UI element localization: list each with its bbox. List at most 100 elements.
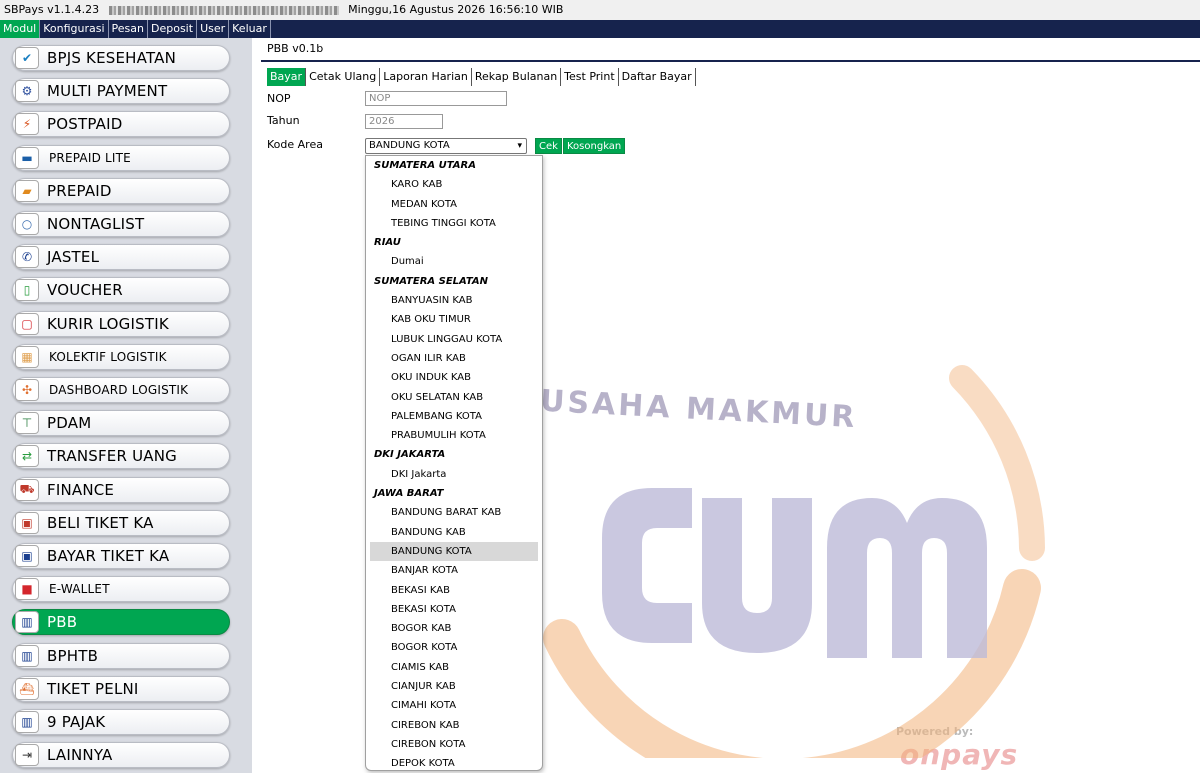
phone-icon: ✆ xyxy=(15,246,39,269)
sidebar-item-lainnya[interactable]: ⇥ LAINNYA xyxy=(12,742,230,769)
sidebar-item-label: PDAM xyxy=(47,414,92,433)
module-sidebar: ✔ BPJS KESEHATAN ⚙ MULTI PAYMENT ⚡ POSTPAID ▬ P… xyxy=(0,38,252,773)
main-panel: PBB v0.1b Bayar Cetak Ulang Laporan Harian… xyxy=(252,38,1200,773)
sidebar-item-kolektif-logistik[interactable]: ▦ KOLEKTIF LOGISTIK xyxy=(12,343,230,370)
sidebar-item-pbb[interactable]: ▥ PBB xyxy=(12,609,230,636)
ship-icon: ⛴ xyxy=(15,677,39,700)
nop-input[interactable]: NOP xyxy=(365,91,507,106)
dropdown-option[interactable]: BOGOR KAB xyxy=(366,619,542,638)
sidebar-item-label: JASTEL xyxy=(47,248,100,267)
train-icon: ▣ xyxy=(15,511,39,534)
dropdown-group-header: RIAU xyxy=(374,237,401,249)
sidebar-item-label: E-WALLET xyxy=(49,582,110,597)
sidebar-item-postpaid[interactable]: ⚡ POSTPAID xyxy=(12,111,230,138)
sidebar-item-label: 9 PAJAK xyxy=(47,713,106,731)
sidebar-item-label: PREPAID xyxy=(47,181,112,200)
dropdown-option[interactable]: CIANJUR KAB xyxy=(366,677,542,696)
sidebar-item-label: VOUCHER xyxy=(47,281,123,300)
dropdown-option[interactable]: OGAN ILIR KAB xyxy=(366,349,542,368)
kode-area-selected-value: BANDUNG KOTA xyxy=(369,140,450,151)
dropdown-option[interactable]: Dumai xyxy=(366,252,542,271)
tab-rekap-bulanan[interactable]: Rekap Bulanan xyxy=(472,68,562,86)
tab-laporan-harian[interactable]: Laporan Harian xyxy=(380,68,472,86)
page-title: PBB v0.1b xyxy=(267,42,324,55)
arrow-circle-icon: ⇥ xyxy=(15,744,39,767)
menu-pesan[interactable]: Pesan xyxy=(109,20,148,38)
sidebar-item-label: PBB xyxy=(47,613,78,632)
mobile-icon: ▯ xyxy=(15,279,39,302)
building-icon: ▥ xyxy=(15,644,39,667)
wallet-icon: ▬ xyxy=(15,146,39,169)
dropdown-option[interactable]: TEBING TINGGI KOTA xyxy=(366,214,542,233)
sidebar-item-dashboard-logistik[interactable]: ✣ DASHBOARD LOGISTIK xyxy=(12,377,230,403)
menu-deposit[interactable]: Deposit xyxy=(148,20,198,38)
sidebar-item-label: KURIR LOGISTIK xyxy=(47,314,169,333)
dropdown-option[interactable]: MEDAN KOTA xyxy=(366,195,542,214)
menu-modul[interactable]: Modul xyxy=(0,20,41,38)
sidebar-item-finance[interactable]: ⛟ FINANCE xyxy=(12,476,230,503)
sidebar-item-label: PREPAID LITE xyxy=(49,150,131,165)
nop-label: NOP xyxy=(267,92,291,105)
tab-bayar[interactable]: Bayar xyxy=(267,68,307,86)
dropdown-option[interactable]: PRABUMULIH KOTA xyxy=(366,426,542,445)
tab-test-print[interactable]: Test Print xyxy=(561,68,619,86)
dropdown-option[interactable]: PALEMBANG KOTA xyxy=(366,407,542,426)
dropdown-option[interactable]: CIAMIS KAB xyxy=(366,658,542,677)
dropdown-group-header: JAWA BARAT xyxy=(374,488,444,500)
sidebar-item-tiket-pelni[interactable]: ⛴ TIKET PELNI xyxy=(12,675,230,702)
dropdown-option[interactable]: BANYUASIN KAB xyxy=(366,291,542,310)
sidebar-item-nontaglist[interactable]: ○ NONTAGLIST xyxy=(12,211,230,237)
app-version: SBPays v1.1.4.23 xyxy=(4,3,100,16)
dropdown-option[interactable]: CIMAHI KOTA xyxy=(366,696,542,715)
sidebar-item-prepaid[interactable]: ▰ PREPAID xyxy=(12,177,230,204)
tab-cetak-ulang[interactable]: Cetak Ulang xyxy=(306,68,381,86)
sidebar-item-multi-payment[interactable]: ⚙ MULTI PAYMENT xyxy=(12,78,230,105)
vehicle-icon: ⛟ xyxy=(15,478,39,501)
ewallet-icon: ■ xyxy=(15,578,39,601)
tab-daftar-bayar[interactable]: Daftar Bayar xyxy=(619,68,696,86)
menu-konfigurasi[interactable]: Konfigurasi xyxy=(40,20,109,38)
sidebar-item-bpjs-kesehatan[interactable]: ✔ BPJS KESEHATAN xyxy=(12,45,230,71)
sidebar-item-jastel[interactable]: ✆ JASTEL xyxy=(12,244,230,271)
sidebar-item-prepaid-lite[interactable]: ▬ PREPAID LITE xyxy=(12,144,230,171)
tahun-input[interactable]: 2026 xyxy=(365,114,443,129)
sidebar-item-bayar-tiket-ka[interactable]: ▣ BAYAR TIKET KA xyxy=(12,543,230,569)
sidebar-item-e-wallet[interactable]: ■ E-WALLET xyxy=(12,576,230,603)
cek-button[interactable]: Cek xyxy=(535,138,562,154)
dropdown-group-header: DKI JAKARTA xyxy=(374,449,446,461)
dropdown-option[interactable]: OKU SELATAN KAB xyxy=(366,388,542,407)
sidebar-item-label: BPHTB xyxy=(47,646,99,665)
dropdown-option[interactable]: BANDUNG BARAT KAB xyxy=(366,503,542,522)
sidebar-item-voucher[interactable]: ▯ VOUCHER xyxy=(12,277,230,304)
menu-keluar[interactable]: Keluar xyxy=(229,20,271,38)
dropdown-option[interactable]: KARO KAB xyxy=(366,175,542,194)
dropdown-option[interactable]: BEKASI KAB xyxy=(366,581,542,600)
dropdown-option[interactable]: BANJAR KOTA xyxy=(366,561,542,580)
multi-payment-icon: ⚙ xyxy=(15,80,39,103)
dropdown-option[interactable]: DKI Jakarta xyxy=(366,465,542,484)
sidebar-item-beli-tiket-ka[interactable]: ▣ BELI TIKET KA xyxy=(12,509,230,536)
dropdown-option[interactable]: CIREBON KOTA xyxy=(366,735,542,754)
dropdown-option[interactable]: BEKASI KOTA xyxy=(366,600,542,619)
dropdown-option[interactable]: CIREBON KAB xyxy=(366,716,542,735)
dropdown-option[interactable]: BOGOR KOTA xyxy=(366,638,542,657)
lightning-icon: ⚡ xyxy=(15,113,39,136)
sidebar-item-kurir-logistik[interactable]: ▢ KURIR LOGISTIK xyxy=(12,310,230,337)
dropdown-option[interactable]: DEPOK KOTA xyxy=(366,754,542,770)
dropdown-option[interactable]: BANDUNG KAB xyxy=(366,523,542,542)
dropdown-option[interactable]: KAB OKU TIMUR xyxy=(366,310,542,329)
kode-area-select[interactable]: BANDUNG KOTA ▾ xyxy=(365,138,527,154)
dropdown-option[interactable]: OKU INDUK KAB xyxy=(366,368,542,387)
sidebar-item-label: POSTPAID xyxy=(47,115,123,134)
obscured-title-text xyxy=(108,5,339,15)
kode-area-dropdown-list[interactable]: SUMATERA UTARA KARO KAB MEDAN KOTA TEBING T… xyxy=(365,155,543,771)
sidebar-item-bphtb[interactable]: ▥ BPHTB xyxy=(12,642,230,669)
dropdown-option[interactable]: BANDUNG KOTA xyxy=(370,541,538,562)
menu-user[interactable]: User xyxy=(197,20,230,38)
sidebar-item-9-pajak[interactable]: ▥ 9 PAJAK xyxy=(12,709,230,735)
parcel-icon: ▦ xyxy=(15,345,39,368)
kosongkan-button[interactable]: Kosongkan xyxy=(563,138,626,154)
dropdown-option[interactable]: LUBUK LINGGAU KOTA xyxy=(366,330,542,349)
sidebar-item-transfer-uang[interactable]: ⇄ TRANSFER UANG xyxy=(12,443,230,470)
sidebar-item-pdam[interactable]: ⊤ PDAM xyxy=(12,410,230,437)
